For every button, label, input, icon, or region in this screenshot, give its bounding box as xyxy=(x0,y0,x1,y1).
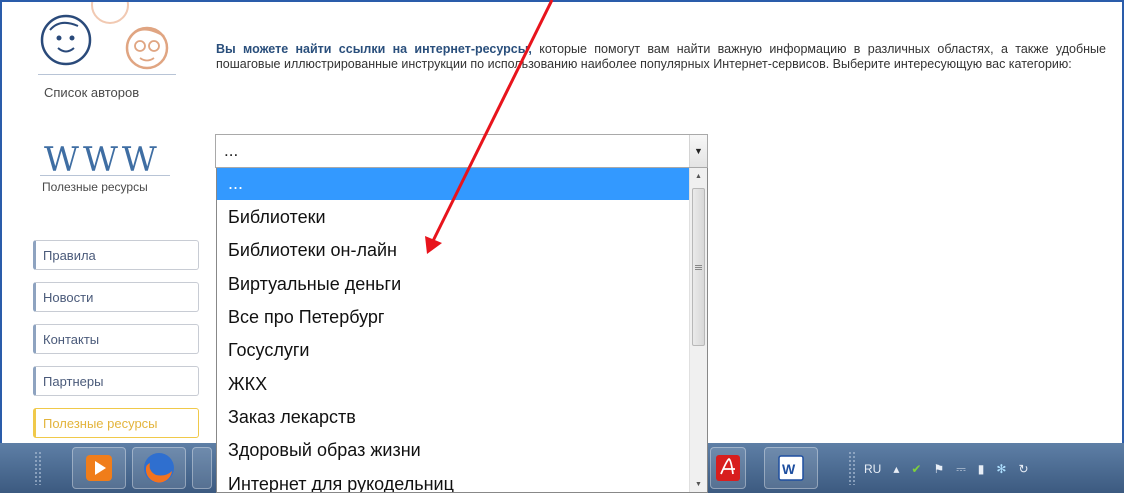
media-player-button[interactable] xyxy=(72,447,126,489)
taskbar-grip[interactable] xyxy=(848,451,856,485)
category-select-value: ... xyxy=(224,141,239,160)
chevron-down-icon[interactable]: ▼ xyxy=(689,135,707,167)
category-select[interactable]: ... ▼ xyxy=(215,134,708,168)
taskbar-grip[interactable] xyxy=(34,451,42,485)
scroll-down-icon[interactable]: ▼ xyxy=(690,476,707,492)
word-button[interactable]: W xyxy=(764,447,818,489)
nav-item-useful-resources[interactable]: Полезные ресурсы xyxy=(33,408,199,438)
dropdown-option[interactable]: Госуслуги xyxy=(217,335,690,367)
nav-item-label: Полезные ресурсы xyxy=(43,416,158,431)
authors-label[interactable]: Список авторов xyxy=(44,85,174,100)
authors-faces-icon xyxy=(40,0,169,70)
nav-item-label: Партнеры xyxy=(43,374,104,389)
www-label[interactable]: Полезные ресурсы xyxy=(42,180,148,194)
dropdown-option[interactable]: Библиотеки он-лайн xyxy=(217,235,690,267)
dropdown-option[interactable]: Здоровый образ жизни xyxy=(217,435,690,467)
authors-block[interactable]: Список авторов xyxy=(30,0,180,110)
tray-expand-icon[interactable]: ▴ xyxy=(893,462,899,476)
svg-text:W: W xyxy=(782,461,796,477)
acrobat-icon xyxy=(716,455,740,481)
firefox-button[interactable] xyxy=(132,447,186,489)
category-dropdown-list[interactable]: ... Библиотеки Библиотеки он-лайн Виртуа… xyxy=(216,168,708,493)
dropdown-option[interactable]: Библиотеки xyxy=(217,202,690,234)
nav-item-news[interactable]: Новости xyxy=(33,282,199,312)
www-divider xyxy=(40,175,170,176)
dropdown-scrollbar[interactable]: ▲ ▼ xyxy=(689,168,707,492)
nav-item-label: Правила xyxy=(43,248,96,263)
sync-icon[interactable]: ↻ xyxy=(1018,462,1028,476)
dropdown-option[interactable]: Все про Петербург xyxy=(217,302,690,334)
sidebar: Список авторов WWW Полезные ресурсы Прав… xyxy=(0,0,200,493)
dropdown-option[interactable]: ЖКХ xyxy=(217,369,690,401)
scrollbar-thumb[interactable] xyxy=(692,188,705,346)
nav-item-rules[interactable]: Правила xyxy=(33,240,199,270)
security-icon[interactable]: ✔ xyxy=(911,462,921,476)
media-player-icon xyxy=(86,455,112,481)
nav-item-label: Новости xyxy=(43,290,94,305)
firefox-icon xyxy=(144,453,174,483)
nav-item-label: Контакты xyxy=(43,332,100,347)
nav-item-partners[interactable]: Партнеры xyxy=(33,366,199,396)
network-icon[interactable]: ✻ xyxy=(996,462,1006,476)
scroll-up-icon[interactable]: ▲ xyxy=(690,168,707,185)
dropdown-option[interactable]: Интернет для рукодельниц xyxy=(217,469,690,492)
acrobat-button[interactable] xyxy=(710,447,746,489)
nav-item-contacts[interactable]: Контакты xyxy=(33,324,199,354)
power-icon[interactable]: ⎓ xyxy=(956,462,966,477)
authors-divider xyxy=(38,74,176,75)
word-icon: W xyxy=(778,455,804,481)
grip-icon xyxy=(695,265,702,266)
dropdown-option[interactable]: Заказ лекарств xyxy=(217,402,690,434)
language-indicator[interactable]: RU xyxy=(864,462,881,476)
flag-icon[interactable]: ⚑ xyxy=(933,462,944,476)
taskbar-button-partial[interactable] xyxy=(192,447,212,489)
intro-text: Вы можете найти ссылки на интернет-ресур… xyxy=(216,42,1106,72)
www-logo[interactable]: WWW xyxy=(44,140,161,180)
system-tray: RU ▴ ✔ ⚑ ⎓ ▮ ✻ ↻ xyxy=(864,457,1041,481)
intro-bold: Вы можете найти ссылки на интернет-ресур… xyxy=(216,42,532,56)
dropdown-option[interactable]: ... xyxy=(217,168,690,200)
signal-icon[interactable]: ▮ xyxy=(978,462,985,476)
dropdown-option[interactable]: Виртуальные деньги xyxy=(217,269,690,301)
